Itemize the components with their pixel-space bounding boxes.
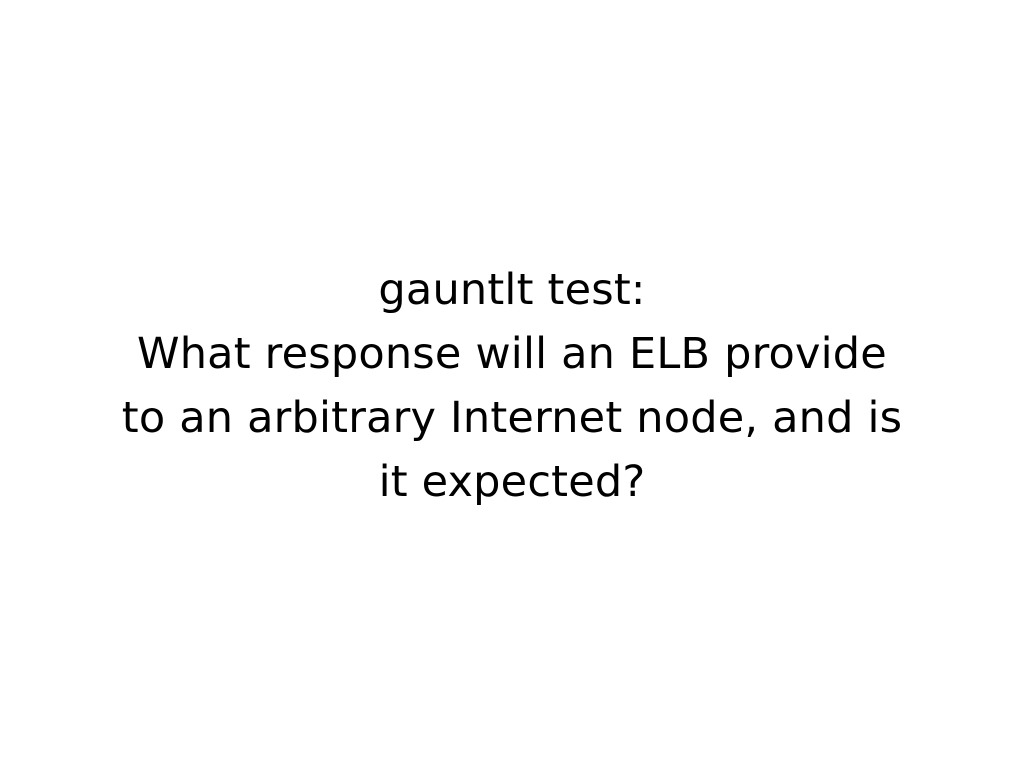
slide-text-block: gauntlt test: What response will an ELB …	[0, 258, 1024, 514]
slide: gauntlt test: What response will an ELB …	[0, 0, 1024, 768]
slide-question-line-1: What response will an ELB provide	[137, 329, 887, 379]
slide-question-line-2: to an arbitrary Internet node, and is	[121, 393, 903, 443]
slide-title-line: gauntlt test:	[378, 265, 646, 315]
slide-question-line-3: it expected?	[378, 457, 646, 507]
